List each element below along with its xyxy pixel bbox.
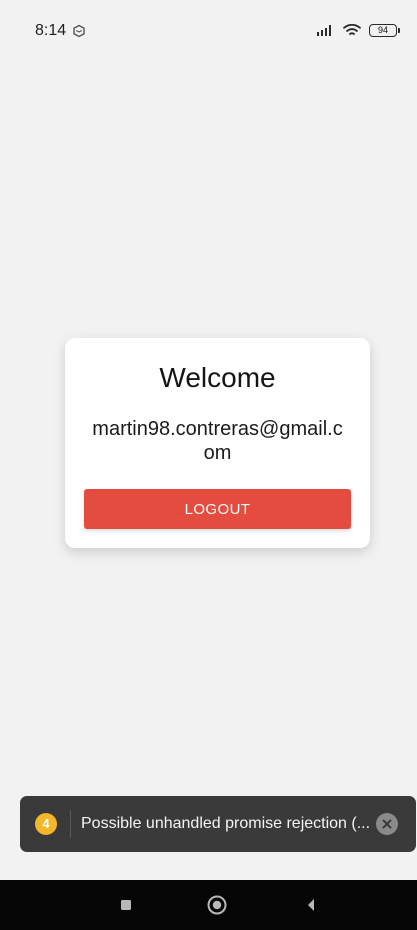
logout-button[interactable]: LOGOUT — [84, 489, 351, 529]
notification-icon — [72, 24, 86, 38]
back-icon[interactable] — [300, 894, 322, 916]
signal-icon — [317, 24, 335, 36]
warning-count-badge: 4 — [35, 813, 57, 835]
navigation-bar — [0, 880, 417, 930]
user-email: martin98.contreras@gmail.com — [92, 418, 343, 464]
warning-message: Possible unhandled promise rejection (..… — [81, 815, 371, 832]
status-bar: 8:14 94 — [0, 0, 417, 60]
status-left: 8:14 — [35, 22, 86, 40]
status-time: 8:14 — [35, 22, 67, 39]
wifi-icon — [343, 23, 361, 37]
home-icon[interactable] — [206, 894, 228, 916]
recent-apps-icon[interactable] — [115, 894, 137, 916]
status-right: 94 — [317, 23, 400, 37]
close-icon[interactable] — [376, 813, 398, 835]
battery-level: 94 — [377, 24, 388, 35]
warning-toast[interactable]: 4 Possible unhandled promise rejection (… — [20, 796, 416, 852]
battery-icon: 94 — [369, 23, 400, 37]
welcome-card: Welcome martin98.contreras@gmail.com LOG… — [65, 338, 370, 548]
toast-divider — [70, 810, 71, 838]
welcome-title: Welcome — [159, 362, 276, 393]
